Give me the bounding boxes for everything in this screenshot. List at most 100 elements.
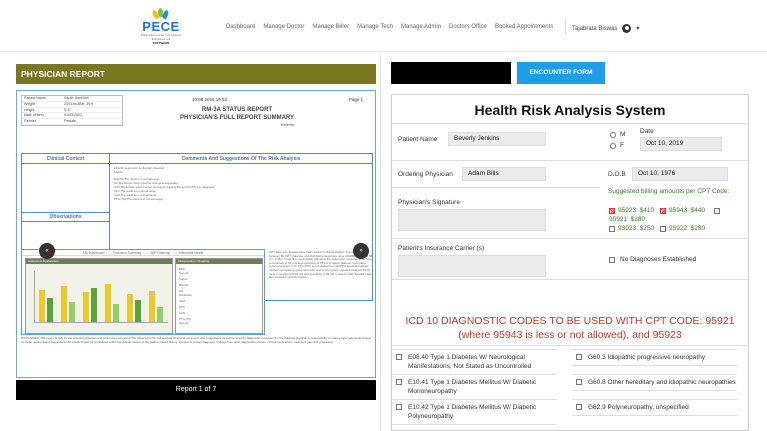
diagnosis-item[interactable]: G60.3 Idiopathic progressive neuropathy — [572, 349, 737, 366]
interp-line: OAIT — [179, 299, 186, 303]
gender-f-label: F — [620, 142, 624, 149]
gender-m-label: M — [620, 131, 626, 138]
bar — [39, 290, 45, 322]
diagnosis-checkbox[interactable] — [396, 354, 402, 360]
diagnosis-item[interactable]: G62.9 Polyneuropathy, unspecified — [572, 399, 737, 416]
patient-name-input[interactable]: Beverly Jenkins — [448, 132, 546, 146]
comment-line: SudoG — [114, 170, 123, 174]
diagnosis-label: E08.40 Type 1 Diabetes W/ Neurological M… — [408, 354, 532, 370]
report-date: 10 08 2019 16:53 — [192, 97, 228, 102]
diagnosis-checkbox[interactable] — [576, 354, 582, 360]
physician-report-title: PHYSICIAN REPORT — [16, 64, 376, 84]
insurance-carrier-label: Patient's Insurance Carrier (s) — [398, 245, 485, 252]
nav-manage-tech[interactable]: Manage Tech — [357, 24, 393, 30]
diagnosis-label: E10.42 Type 1 Diabetes Mellitus W/ Diabe… — [408, 404, 537, 420]
cpt-95923-checkbox[interactable] — [609, 208, 615, 214]
date-label: Date — [640, 128, 654, 135]
cpt-95921-label: 95921: $280 — [609, 216, 646, 223]
cpt-95943-checkbox[interactable] — [660, 208, 666, 214]
bar-area — [34, 271, 168, 323]
report-page-label: Page 1 — [348, 97, 363, 102]
nav-doctors-office[interactable]: Doctors Office — [449, 24, 487, 30]
chart-subtitle: Interpretation / Reading — [176, 259, 262, 264]
report-dashboard-chart: SNI Dashboard ........ Perfusion Summary… — [21, 249, 265, 335]
interp-line: SPU — [179, 305, 185, 309]
no-diagnoses-checkbox[interactable] — [609, 257, 615, 263]
diagnosis-label: G62.9 Polyneuropathy, unspecified — [588, 404, 689, 411]
form-divider — [392, 160, 748, 161]
encounter-tabs: ENCOUNTER FORM — [391, 62, 605, 84]
encounter-panel: ENCOUNTER FORM Health Risk Analysis Syst… — [391, 62, 751, 431]
tab-blank[interactable] — [391, 62, 511, 84]
date-input[interactable]: Oct 10, 2019 — [640, 137, 722, 151]
bar — [61, 286, 67, 322]
main-nav: Dashboard Manage Doctor Manage Biller Ma… — [226, 24, 561, 30]
gender-f-radio[interactable] — [610, 143, 616, 149]
cpt-95922-checkbox[interactable] — [660, 226, 666, 232]
cpt-93923-checkbox[interactable] — [609, 226, 615, 232]
interp-line: CAN — [179, 311, 185, 315]
diagnosis-label: G60.3 Idiopathic progressive neuropathy — [588, 354, 706, 361]
report-pager-footer: Report 1 of 7 — [16, 380, 376, 400]
diagnosis-item[interactable]: E10.42 Type 1 Diabetes Mellitus W/ Diabe… — [392, 399, 557, 425]
pece-logo[interactable]: PECE Patient Encounter Compliance Enhanc… — [140, 8, 182, 46]
cpt-95922-label: 95922: $280 — [669, 225, 706, 232]
bar — [47, 297, 53, 322]
diagnosis-item[interactable]: G60.8 Other hereditary and idiopathic ne… — [572, 374, 737, 391]
diagnosis-item[interactable]: E10.41 Type 1 Diabetes Mellitus W/ Diabe… — [392, 374, 557, 400]
diagnosis-label: G60.8 Other hereditary and idiopathic ne… — [588, 379, 736, 386]
chart-subtitle: Autonomic Dysfunction — [26, 259, 172, 264]
diagnosis-checkbox[interactable] — [576, 404, 582, 410]
comment-line: PTG (TO) The result is in normal range. — [114, 197, 164, 201]
form-divider — [392, 187, 600, 188]
tab-encounter-form[interactable]: ENCOUNTER FORM — [517, 62, 605, 84]
ordering-physician-input[interactable]: Adam Bills — [462, 167, 546, 181]
icd-notice-line2: (where 95943 is less or not allowed), an… — [458, 329, 682, 341]
interp-line: BrachG — [179, 283, 189, 287]
next-page-button[interactable]: » — [353, 243, 369, 259]
insurance-carrier-input[interactable] — [398, 255, 546, 277]
bar — [83, 292, 89, 322]
bar — [91, 288, 97, 322]
interp-line: SudoG — [179, 277, 188, 281]
autonomic-dysfunction-chart: Autonomic Dysfunction — [25, 258, 173, 334]
diagnosis-checkbox[interactable] — [396, 379, 402, 385]
physician-report-panel: PHYSICIAN REPORT Patient Name Sarah Hamil… — [16, 64, 376, 400]
physician-signature-label: Physician's Signature — [398, 199, 460, 206]
form-divider — [392, 279, 748, 280]
info-row: Gender Female — [22, 119, 122, 125]
interp-line: Borderline — [179, 293, 192, 297]
interp-line: Normal — [179, 321, 189, 325]
dob-input[interactable]: Oct 10, 1976 — [632, 167, 728, 181]
diagnosis-item[interactable]: E08.40 Type 1 Diabetes W/ Neurological M… — [392, 349, 557, 375]
form-title: Health Risk Analysis System — [474, 102, 666, 118]
chevron-down-icon[interactable]: ▾ — [636, 25, 639, 32]
patient-info-table: Patient Name Sarah Hamilton Weight 234 Lbs… — [21, 95, 123, 126]
interpretation-panel: Interpretation / Reading EDA Normal Sudo… — [175, 258, 263, 334]
nav-dashboard[interactable]: Dashboard — [226, 24, 255, 30]
form-divider — [392, 123, 748, 124]
bar — [149, 291, 155, 322]
nav-booked-appointments[interactable]: Booked Appointments — [495, 24, 553, 30]
clinical-context-header: Clinical Context — [22, 154, 109, 164]
report-referral: Referral: — [281, 123, 295, 127]
nav-manage-admin[interactable]: Manage Admin — [401, 24, 441, 30]
bar — [157, 306, 163, 322]
billing-hint: Suggested billing amounts per CPT Code: — [608, 188, 730, 195]
nav-manage-doctor[interactable]: Manage Doctor — [263, 24, 304, 30]
cpt-95921-checkbox[interactable] — [714, 208, 720, 214]
no-diagnoses-label: No Diagnoses Established — [620, 256, 697, 263]
user-menu[interactable]: Tajabrata Biswas ▾ — [572, 24, 639, 33]
report-subtitle: PHYSICIAN'S FULL REPORT SUMMARY — [179, 115, 295, 121]
nav-manage-biller[interactable]: Manage Biller — [312, 24, 349, 30]
report-preview: Patient Name Sarah Hamilton Weight 234 Lbs… — [16, 90, 376, 378]
previous-page-button[interactable]: « — [39, 243, 55, 259]
icd-notice-line1: ICD 10 DIAGNOSTIC CODES TO BE USED WITH … — [405, 315, 735, 327]
gender-m-radio[interactable] — [610, 132, 616, 138]
user-name: Tajabrata Biswas — [572, 25, 618, 32]
form-divider — [392, 238, 748, 239]
diagnosis-checkbox[interactable] — [396, 404, 402, 410]
report-header: Patient Name Sarah Hamilton Weight 234 Lbs… — [17, 91, 375, 151]
diagnosis-checkbox[interactable] — [576, 379, 582, 385]
physician-signature-input[interactable] — [398, 209, 546, 231]
